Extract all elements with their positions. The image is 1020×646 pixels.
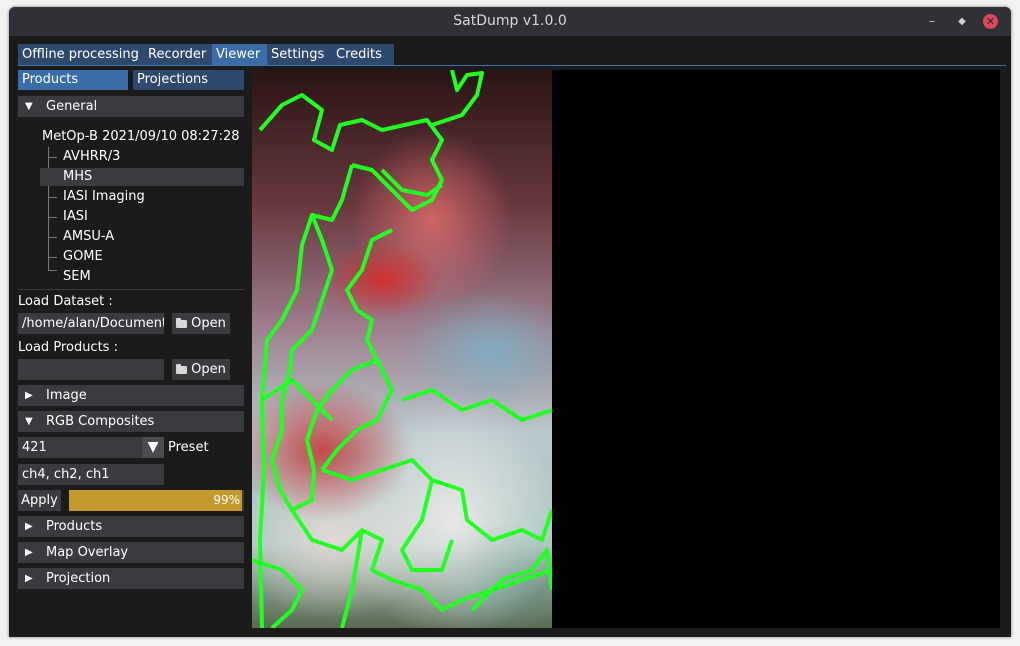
open-products-button[interactable]: Open — [172, 359, 230, 380]
close-icon[interactable]: ✕ — [983, 14, 998, 29]
product-label: AMSU-A — [63, 229, 115, 244]
triangle-right-icon: ▶ — [25, 573, 33, 584]
products-path-input[interactable] — [18, 359, 164, 380]
preset-label: Preset — [168, 440, 209, 455]
products-label: Products — [46, 519, 103, 534]
product-mhs[interactable]: MHS — [40, 168, 244, 186]
tab-recorder[interactable]: Recorder — [144, 44, 214, 66]
rgb-composites-header[interactable]: ▼ RGB Composites — [18, 411, 244, 432]
app-window: SatDump v1.0.0 – ◆ ✕ Offline processing … — [9, 7, 1011, 637]
image-label: Image — [46, 388, 87, 403]
window-title: SatDump v1.0.0 — [453, 13, 567, 29]
tab-viewer[interactable]: Viewer — [212, 44, 270, 66]
rgb-label: RGB Composites — [46, 414, 155, 429]
product-label: IASI Imaging — [63, 189, 145, 204]
chevron-down-icon[interactable]: ▼ — [142, 437, 164, 458]
open-label: Open — [191, 362, 226, 377]
product-label: IASI — [63, 209, 88, 224]
progress-bar: 99% — [69, 490, 244, 511]
preset-select[interactable]: 421 — [18, 437, 142, 458]
minimize-icon[interactable]: – — [921, 7, 943, 36]
apply-button[interactable]: Apply — [18, 490, 61, 511]
progress-text: 99% — [213, 493, 240, 507]
triangle-down-icon: ▼ — [25, 416, 33, 427]
products-header[interactable]: ▶ Products — [18, 516, 244, 537]
satellite-image[interactable] — [252, 70, 552, 628]
product-label: AVHRR/3 — [63, 149, 121, 164]
image-header[interactable]: ▶ Image — [18, 385, 244, 406]
load-dataset-label: Load Dataset : — [18, 294, 113, 309]
tab-credits[interactable]: Credits — [332, 44, 394, 66]
triangle-right-icon: ▶ — [25, 390, 33, 401]
triangle-right-icon: ▶ — [25, 521, 33, 532]
dataset-path-input[interactable]: /home/alan/Documents — [18, 313, 164, 334]
folder-icon — [176, 318, 188, 328]
open-label: Open — [191, 316, 226, 331]
general-header[interactable]: ▼ General — [18, 96, 244, 117]
tab-projections[interactable]: Projections — [133, 70, 244, 90]
map-overlay-header[interactable]: ▶ Map Overlay — [18, 542, 244, 563]
product-amsu-a[interactable]: AMSU-A — [40, 228, 244, 246]
tab-products[interactable]: Products — [18, 70, 128, 90]
projection-header[interactable]: ▶ Projection — [18, 568, 244, 589]
product-sem[interactable]: SEM — [40, 268, 244, 286]
maximize-icon[interactable]: ◆ — [951, 7, 973, 36]
open-dataset-button[interactable]: Open — [172, 313, 230, 334]
map-overlay-borders — [252, 70, 552, 628]
projection-label: Projection — [46, 571, 111, 586]
map-overlay-label: Map Overlay — [46, 545, 129, 560]
product-label: GOME — [63, 249, 103, 264]
triangle-right-icon: ▶ — [25, 547, 33, 558]
separator — [18, 289, 244, 290]
product-iasi[interactable]: IASI — [40, 208, 244, 226]
product-gome[interactable]: GOME — [40, 248, 244, 266]
general-label: General — [46, 99, 98, 114]
rgb-expression-input[interactable]: ch4, ch2, ch1 — [18, 464, 164, 485]
title-bar: SatDump v1.0.0 – ◆ ✕ — [9, 7, 1011, 36]
folder-icon — [176, 364, 188, 374]
dataset-name[interactable]: MetOp-B 2021/09/10 08:27:28 — [42, 129, 240, 144]
image-viewer[interactable] — [252, 70, 1000, 628]
triangle-down-icon: ▼ — [25, 101, 33, 112]
tab-underline — [18, 65, 1006, 66]
product-label: SEM — [63, 269, 91, 284]
tab-offline-processing[interactable]: Offline processing — [18, 44, 144, 66]
product-avhrr[interactable]: AVHRR/3 — [40, 148, 244, 166]
tab-settings[interactable]: Settings — [267, 44, 335, 66]
product-label: MHS — [63, 169, 93, 184]
load-products-label: Load Products : — [18, 340, 118, 355]
product-iasi-imaging[interactable]: IASI Imaging — [40, 188, 244, 206]
